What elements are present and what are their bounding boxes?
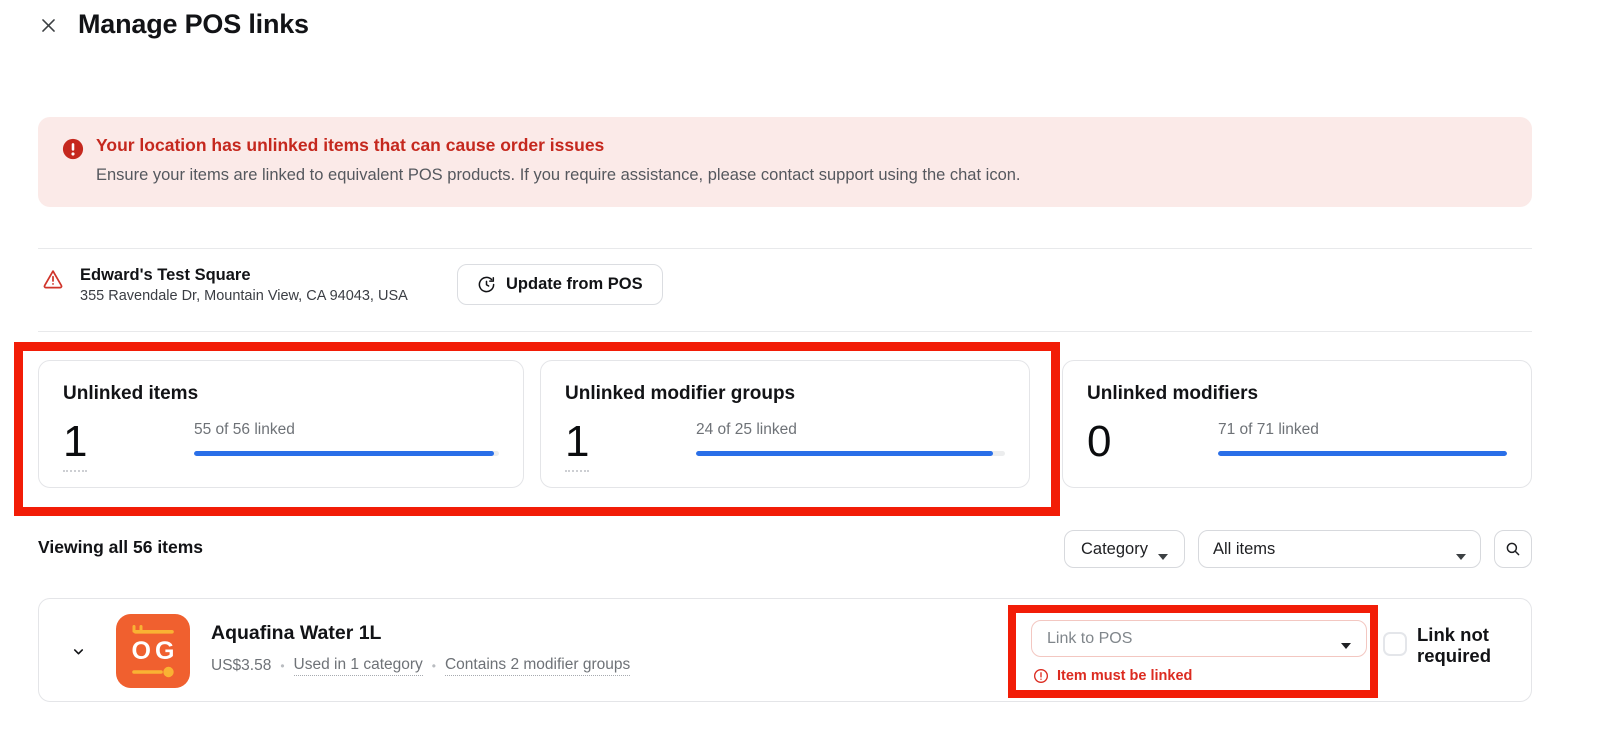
items-filter-value: All items xyxy=(1213,540,1275,559)
category-filter-button[interactable]: Category xyxy=(1064,530,1185,568)
items-filter-select[interactable]: All items xyxy=(1198,530,1481,568)
progress-bar xyxy=(696,451,1005,456)
progress-label: 71 of 71 linked xyxy=(1218,421,1507,439)
update-from-pos-button[interactable]: Update from POS xyxy=(457,264,663,305)
progress-bar xyxy=(1218,451,1507,456)
stat-card-unlinked-modifier-groups: Unlinked modifier groups 1 24 of 25 link… xyxy=(540,360,1030,488)
expand-row-button[interactable] xyxy=(65,638,91,664)
spoon-icon xyxy=(130,666,176,678)
item-meta: US$3.58 • Used in 1 category • Contains … xyxy=(211,656,630,676)
location-name: Edward's Test Square xyxy=(80,266,251,285)
close-button[interactable] xyxy=(34,13,62,41)
update-from-pos-label: Update from POS xyxy=(506,275,643,294)
progress-label: 55 of 56 linked xyxy=(194,421,499,439)
used-in-category-link[interactable]: Used in 1 category xyxy=(294,656,423,676)
chevron-down-icon xyxy=(71,644,86,659)
stat-card-unlinked-items: Unlinked items 1 55 of 56 linked xyxy=(38,360,524,488)
item-link-error: Item must be linked xyxy=(1033,668,1192,684)
category-filter-label: Category xyxy=(1081,540,1148,559)
progress-bar xyxy=(194,451,499,456)
link-to-pos-placeholder: Link to POS xyxy=(1047,630,1132,648)
alert-banner: Your location has unlinked items that ca… xyxy=(38,117,1532,207)
modifier-groups-link[interactable]: Contains 2 modifier groups xyxy=(445,656,630,676)
item-image: OG xyxy=(116,614,190,688)
chevron-down-icon xyxy=(1456,546,1466,552)
stat-card-title: Unlinked modifiers xyxy=(1087,383,1507,405)
item-price: US$3.58 xyxy=(211,657,271,675)
link-not-required-checkbox[interactable] xyxy=(1383,632,1407,656)
error-circle-icon xyxy=(62,138,84,160)
search-icon xyxy=(1504,540,1522,558)
refresh-clock-icon xyxy=(477,275,496,294)
close-icon xyxy=(39,16,58,38)
stat-count: 1 xyxy=(63,419,194,472)
warning-triangle-icon xyxy=(42,268,64,290)
chevron-down-icon xyxy=(1158,546,1168,552)
progress-label: 24 of 25 linked xyxy=(696,421,1005,439)
item-name: Aquafina Water 1L xyxy=(211,622,381,645)
stat-count: 0 xyxy=(1087,419,1218,465)
stat-card-title: Unlinked modifier groups xyxy=(565,383,1005,405)
chevron-down-icon xyxy=(1341,636,1351,642)
divider xyxy=(38,248,1532,249)
stat-card-unlinked-modifiers: Unlinked modifiers 0 71 of 71 linked xyxy=(1062,360,1532,488)
divider xyxy=(38,331,1532,332)
alert-description: Ensure your items are linked to equivale… xyxy=(96,166,1021,185)
link-to-pos-select[interactable]: Link to POS xyxy=(1031,620,1367,657)
fork-icon xyxy=(130,625,176,637)
location-address: 355 Ravendale Dr, Mountain View, CA 9404… xyxy=(80,288,408,304)
error-message: Item must be linked xyxy=(1057,668,1192,684)
stat-count: 1 xyxy=(565,419,696,472)
viewing-items-label: Viewing all 56 items xyxy=(38,537,203,558)
toolbar-filters: Category All items xyxy=(1064,530,1532,568)
page-title: Manage POS links xyxy=(78,9,309,40)
stat-card-title: Unlinked items xyxy=(63,383,499,405)
error-outline-icon xyxy=(1033,668,1049,684)
alert-title: Your location has unlinked items that ca… xyxy=(96,135,604,156)
link-not-required-label: Link not required xyxy=(1417,624,1521,666)
search-button[interactable] xyxy=(1494,530,1532,568)
item-logo-text: OG xyxy=(132,639,179,664)
meta-separator: • xyxy=(280,659,284,673)
meta-separator: • xyxy=(432,659,436,673)
manage-pos-links-page: Manage POS links Your location has unlin… xyxy=(0,0,1600,737)
item-row: OG Aquafina Water 1L US$3.58 • Used in 1… xyxy=(38,598,1532,702)
